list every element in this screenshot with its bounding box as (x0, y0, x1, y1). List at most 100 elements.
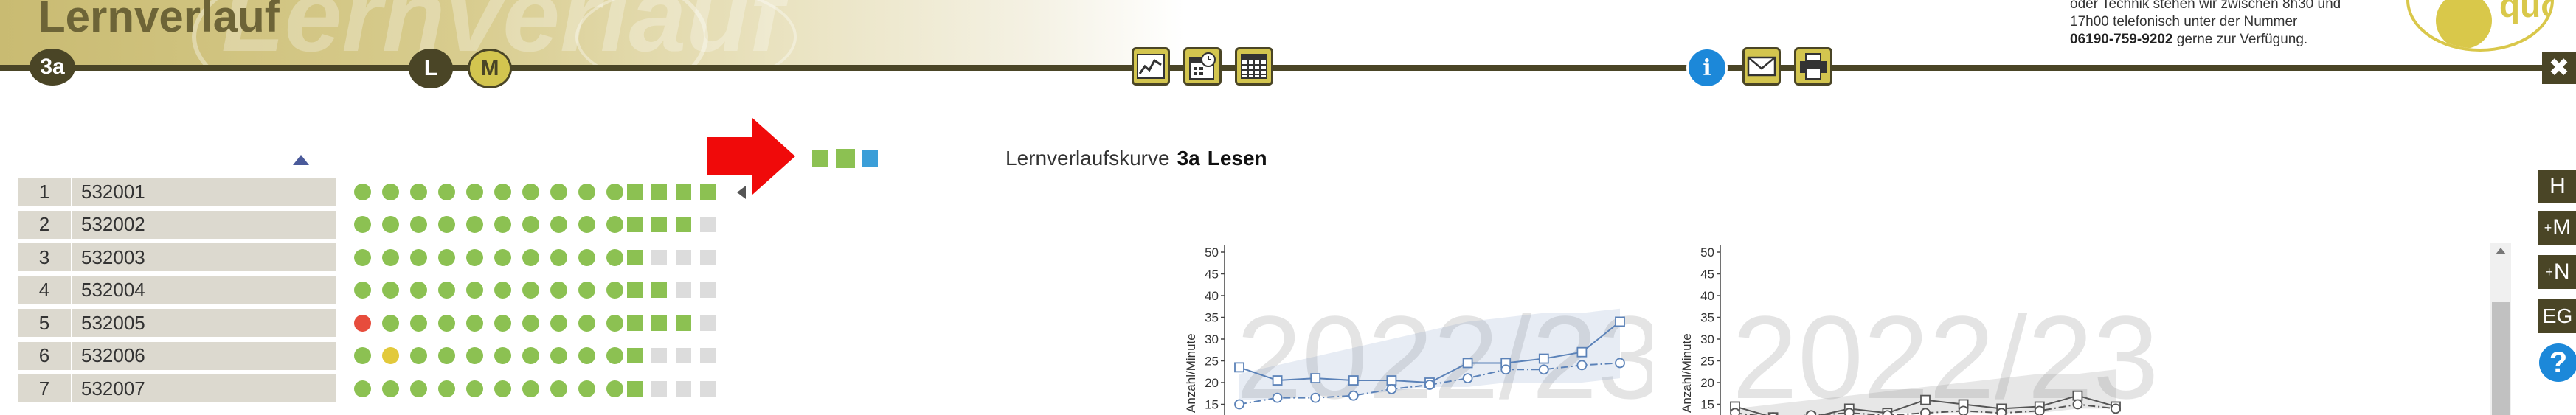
mail-icon[interactable] (1742, 47, 1781, 86)
result-dot[interactable] (354, 183, 371, 200)
result-dot[interactable] (438, 216, 455, 233)
result-dot[interactable] (578, 216, 595, 233)
result-dot[interactable] (466, 216, 483, 233)
result-dot[interactable] (410, 282, 427, 299)
result-dot[interactable] (466, 347, 483, 364)
result-dot[interactable] (354, 248, 371, 266)
result-dot[interactable] (522, 314, 539, 332)
result-square[interactable] (651, 315, 667, 331)
result-square[interactable] (651, 348, 667, 363)
result-dot[interactable] (466, 282, 483, 299)
result-dot[interactable] (410, 314, 427, 332)
result-dot[interactable] (382, 216, 399, 233)
result-square[interactable] (676, 315, 691, 331)
result-dot[interactable] (438, 248, 455, 266)
h-button[interactable]: H (2538, 170, 2576, 203)
table-row[interactable]: 2 532002 (18, 210, 755, 240)
result-dot[interactable] (494, 248, 511, 266)
result-dot[interactable] (522, 380, 539, 397)
result-dot[interactable] (382, 347, 399, 364)
add-m-button[interactable]: + M (2538, 211, 2576, 245)
result-dot[interactable] (550, 314, 567, 332)
result-dot[interactable] (382, 282, 399, 299)
result-dot[interactable] (438, 314, 455, 332)
result-dot[interactable] (382, 380, 399, 397)
result-dot[interactable] (606, 216, 623, 233)
table-row[interactable]: 3 532003 (18, 243, 755, 273)
result-square[interactable] (627, 282, 643, 298)
result-dot[interactable] (494, 314, 511, 332)
printer-icon[interactable] (1794, 47, 1832, 86)
result-dot[interactable] (606, 347, 623, 364)
result-dot[interactable] (578, 347, 595, 364)
result-dot[interactable] (354, 314, 371, 332)
close-button[interactable]: ✖ (2542, 52, 2576, 84)
result-dot[interactable] (578, 183, 595, 200)
result-dot[interactable] (354, 216, 371, 233)
result-dot[interactable] (606, 183, 623, 200)
student-code[interactable]: 532004 (72, 276, 336, 304)
result-square[interactable] (700, 217, 716, 232)
result-dot[interactable] (550, 183, 567, 200)
help-icon[interactable]: ? (2539, 343, 2576, 382)
result-dot[interactable] (606, 248, 623, 266)
sort-ascending-icon[interactable] (293, 155, 309, 165)
level-m-button[interactable]: M (468, 49, 512, 88)
result-square[interactable] (627, 217, 643, 232)
result-dot[interactable] (410, 248, 427, 266)
add-n-button[interactable]: + N (2538, 255, 2576, 289)
table-row[interactable]: 1 532001 (18, 178, 755, 207)
result-square[interactable] (627, 380, 643, 397)
result-square[interactable] (627, 348, 643, 363)
table-row[interactable]: 4 532004 (18, 276, 755, 306)
result-dot[interactable] (410, 216, 427, 233)
result-dot[interactable] (410, 347, 427, 364)
result-dot[interactable] (438, 183, 455, 200)
result-square[interactable] (651, 282, 667, 298)
student-code[interactable]: 532006 (72, 341, 336, 370)
result-square[interactable] (676, 348, 691, 363)
result-square[interactable] (700, 380, 716, 397)
result-dot[interactable] (410, 183, 427, 200)
result-dot[interactable] (494, 282, 511, 299)
result-dot[interactable] (438, 282, 455, 299)
result-dot[interactable] (606, 282, 623, 299)
result-dot[interactable] (410, 380, 427, 397)
result-dot[interactable] (382, 183, 399, 200)
result-square[interactable] (700, 282, 716, 298)
result-dot[interactable] (522, 282, 539, 299)
result-dot[interactable] (466, 380, 483, 397)
result-square[interactable] (676, 380, 691, 397)
result-dot[interactable] (550, 347, 567, 364)
result-square[interactable] (676, 184, 691, 200)
result-square[interactable] (627, 249, 643, 265)
result-square[interactable] (627, 315, 643, 331)
result-square[interactable] (676, 249, 691, 265)
result-dot[interactable] (522, 248, 539, 266)
result-dot[interactable] (578, 248, 595, 266)
calendar-clock-icon[interactable] (1183, 47, 1222, 86)
result-dot[interactable] (522, 183, 539, 200)
result-dot[interactable] (578, 282, 595, 299)
table-row[interactable]: 5 532005 (18, 309, 755, 338)
result-dot[interactable] (522, 216, 539, 233)
student-code[interactable]: 532002 (72, 210, 336, 239)
result-dot[interactable] (494, 380, 511, 397)
scrollbar-thumb[interactable] (2492, 302, 2510, 415)
result-square[interactable] (651, 380, 667, 397)
result-dot[interactable] (466, 314, 483, 332)
result-dot[interactable] (578, 314, 595, 332)
result-square[interactable] (700, 249, 716, 265)
result-dot[interactable] (438, 380, 455, 397)
result-dot[interactable] (382, 248, 399, 266)
line-chart-icon[interactable] (1132, 47, 1170, 86)
result-dot[interactable] (494, 183, 511, 200)
result-dot[interactable] (466, 183, 483, 200)
student-code[interactable]: 532003 (72, 243, 336, 271)
result-dot[interactable] (354, 380, 371, 397)
result-dot[interactable] (494, 347, 511, 364)
result-square[interactable] (651, 249, 667, 265)
result-dot[interactable] (550, 216, 567, 233)
result-dot[interactable] (606, 314, 623, 332)
student-code[interactable]: 532005 (72, 309, 336, 337)
